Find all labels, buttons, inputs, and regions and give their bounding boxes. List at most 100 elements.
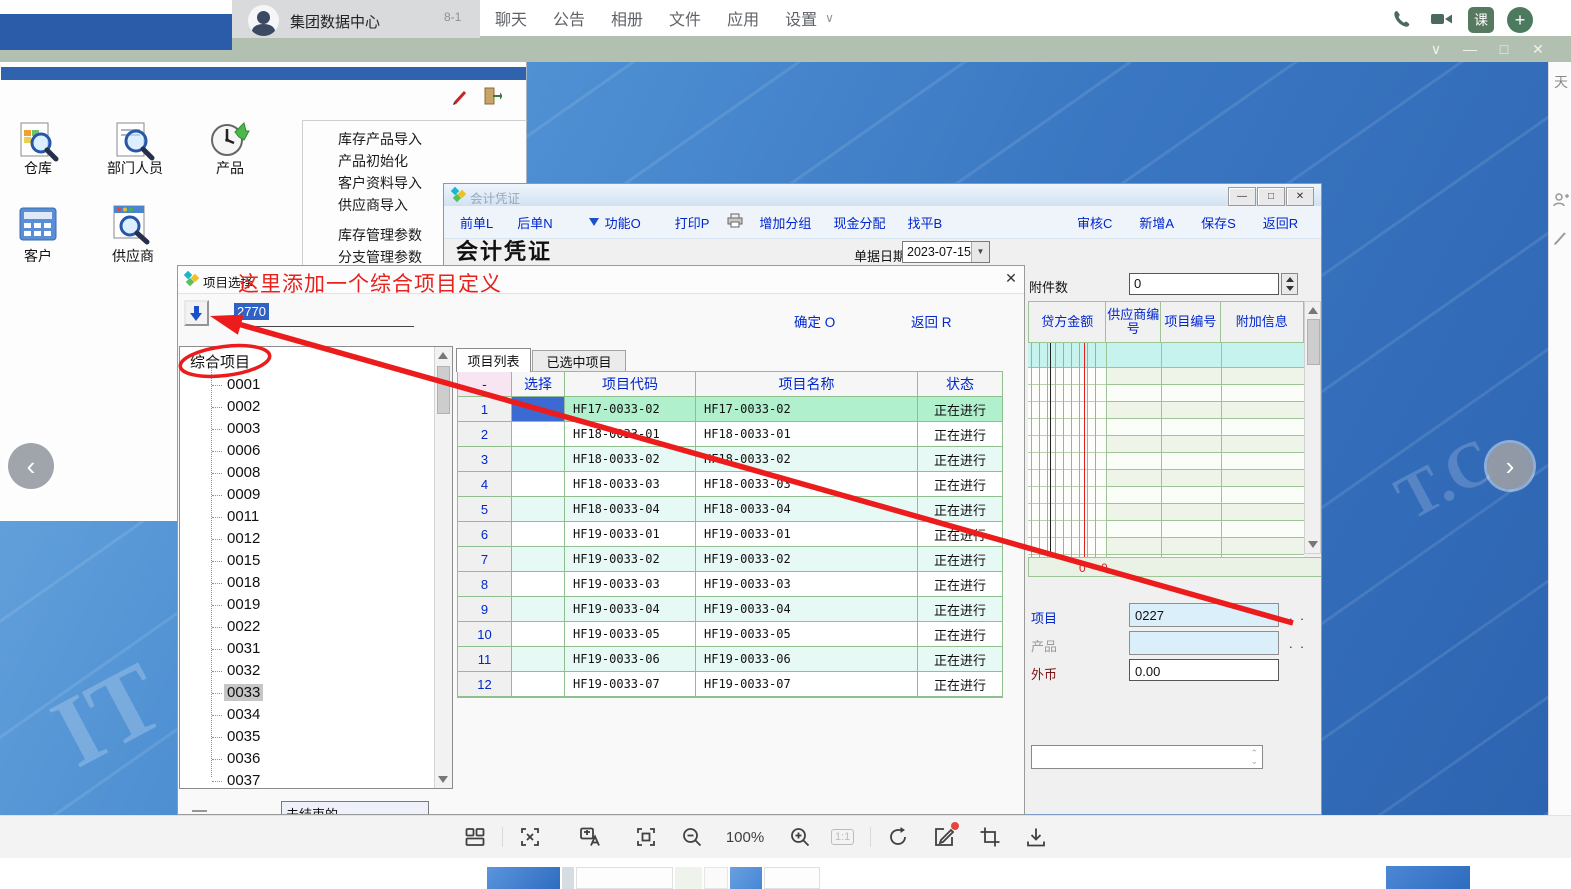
attachment-count-input[interactable]: 0 [1129,273,1279,295]
tree-item[interactable]: 0015 [180,550,434,572]
chat-app-tab[interactable]: 聊天 [495,6,527,30]
menu-item[interactable]: 产品初始化 [338,150,523,172]
select-cell[interactable] [512,597,565,622]
zoom-in-icon[interactable] [787,824,813,850]
tab-selected-projects[interactable]: 已选中项目 [532,350,626,372]
tree-item[interactable]: 0037 [180,770,434,792]
print-button[interactable]: 打印P [675,213,710,232]
add-contact-icon[interactable] [1553,192,1569,213]
rotate-icon[interactable] [885,824,911,850]
chevron-down-icon[interactable]: ∨ [825,11,834,25]
functions-button[interactable]: 功能O [605,213,641,232]
maximize-icon[interactable]: □ [1496,41,1512,57]
collapse-icon[interactable]: ∨ [1428,41,1444,58]
filmstrip-thumbnail[interactable] [730,867,762,889]
tree-root-node[interactable]: 综合项目 [190,352,250,374]
add-group-button[interactable]: 增加分组 [759,213,811,232]
close-icon[interactable]: ✕ [1530,41,1546,58]
expand-down-button[interactable] [184,300,209,326]
select-cell[interactable] [512,622,565,647]
table-row[interactable]: 3 HF18-0033-02 HF18-0033-02 正在进行 [458,447,1002,472]
chat-app-tab[interactable]: 应用 [727,6,759,30]
select-cell[interactable] [512,547,565,572]
calendar-dropdown-icon[interactable]: ▼ [971,242,989,262]
return-button[interactable]: 返回R [1263,213,1298,232]
filmstrip-thumbnail[interactable] [1386,866,1470,889]
filmstrip-thumbnail[interactable] [576,867,673,889]
filmstrip-thumbnail[interactable] [562,867,574,889]
table-row[interactable]: 2 HF18-0033-01 HF18-0033-01 正在进行 [458,422,1002,447]
edit-icon[interactable] [931,824,957,850]
chat-conversation-header[interactable]: 集团数据中心 8-1 [232,0,480,38]
tree-item[interactable]: 0035 [180,726,434,748]
select-cell[interactable] [512,522,565,547]
filmstrip-thumbnail[interactable] [764,867,820,889]
translate-icon[interactable] [577,824,603,850]
layout-grid-icon[interactable] [462,824,488,850]
select-cell[interactable] [512,397,565,422]
filmstrip-thumbnail[interactable] [675,867,702,889]
select-cell[interactable] [512,647,565,672]
voice-call-icon[interactable] [1390,7,1416,33]
audit-button[interactable]: 审核C [1077,213,1112,232]
return-button[interactable]: 返回 R [911,311,952,331]
extract-text-icon[interactable] [517,824,543,850]
printer-icon[interactable] [727,213,743,231]
chat-app-tab[interactable]: 文件 [669,6,701,30]
tab-project-list[interactable]: 项目列表 [456,348,531,372]
tree-item[interactable]: 0002 [180,396,434,418]
attachment-stepper[interactable] [1281,273,1298,295]
minimize-icon[interactable]: — [1228,187,1256,206]
voucher-grid-scrollbar[interactable] [1304,301,1321,554]
remark-spinner-input[interactable]: ⌃ ⌄ [1031,745,1263,769]
select-cell[interactable] [512,422,565,447]
chat-app-tab[interactable]: 公告 [553,6,585,30]
new-button[interactable]: 新增A [1139,213,1174,232]
cash-allocation-button[interactable]: 现金分配 [833,213,885,232]
table-row[interactable]: 1 HF17-0033-02 HF17-0033-02 正在进行 [458,397,1002,422]
crop-icon[interactable] [977,824,1003,850]
tree-item[interactable]: 0019 [180,594,434,616]
tree-item[interactable]: 0001 [180,374,434,396]
tree-item[interactable]: 0022 [180,616,434,638]
table-row[interactable]: 12 HF19-0033-07 HF19-0033-07 正在进行 [458,672,1002,697]
table-row[interactable]: 6 HF19-0033-01 HF19-0033-01 正在进行 [458,522,1002,547]
zoom-level[interactable]: 100% [723,829,767,846]
add-icon[interactable]: + [1507,7,1533,33]
table-row[interactable]: 5 HF18-0033-04 HF18-0033-04 正在进行 [458,497,1002,522]
project-search-input[interactable]: 2770 [230,299,414,327]
tree-item[interactable]: 0006 [180,440,434,462]
prev-doc-button[interactable]: 前单L [460,213,493,232]
menu-item[interactable]: 库存产品导入 [338,128,523,150]
tree-item[interactable]: 0032 [180,660,434,682]
fit-screen-icon[interactable] [633,824,659,850]
product-field-input[interactable] [1129,631,1279,655]
tree-scrollbar[interactable] [434,347,452,788]
tree-item[interactable]: 0031 [180,638,434,660]
pencil-icon[interactable] [1553,230,1569,251]
confirm-button[interactable]: 确定 O [794,311,835,331]
select-cell[interactable] [512,447,565,472]
previous-image-button[interactable]: ‹ [8,443,54,489]
save-button[interactable]: 保存S [1201,213,1236,232]
select-cell[interactable] [512,472,565,497]
actual-size-icon[interactable]: 1:1 [831,829,854,845]
exit-icon[interactable] [484,86,502,106]
tree-item[interactable]: 0003 [180,418,434,440]
select-cell[interactable] [512,497,565,522]
tree-item[interactable]: 0018 [180,572,434,594]
tree-item[interactable]: 0012 [180,528,434,550]
project-lookup-button[interactable]: . . [1289,608,1306,623]
doc-date-input[interactable]: 2023-07-15 ▼ [902,241,990,263]
customize-pen-icon[interactable] [452,88,470,106]
restore-icon[interactable]: □ [1257,187,1285,206]
table-row[interactable]: 7 HF19-0033-02 HF19-0033-02 正在进行 [458,547,1002,572]
tree-item[interactable]: 0034 [180,704,434,726]
supplier-icon[interactable] [110,202,154,246]
close-icon[interactable]: ✕ [1002,269,1020,287]
select-cell[interactable] [512,572,565,597]
tree-item[interactable]: 0008 [180,462,434,484]
table-row[interactable]: 8 HF19-0033-03 HF19-0033-03 正在进行 [458,572,1002,597]
download-icon[interactable] [1023,824,1049,850]
zoom-out-icon[interactable] [679,824,705,850]
